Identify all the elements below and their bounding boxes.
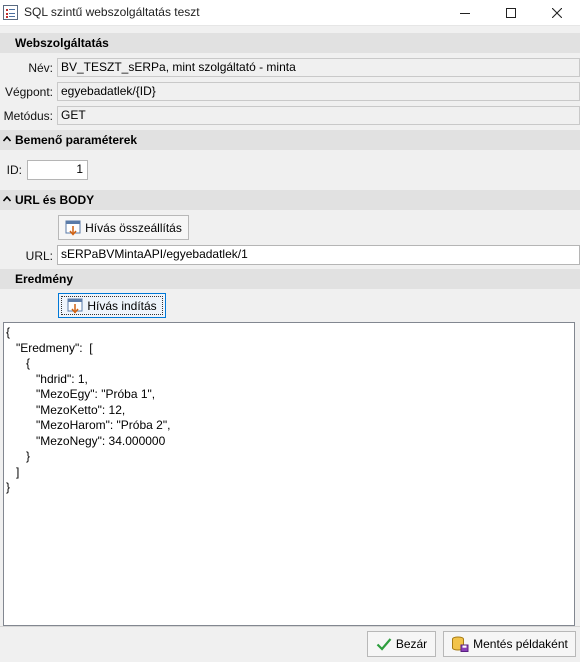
name-field[interactable]: BV_TESZT_sERPa, mint szolgáltató - minta (57, 58, 580, 77)
checkmark-icon (376, 638, 392, 651)
save-example-button[interactable]: Mentés példaként (443, 631, 576, 657)
section-input-params-title: Bemenő paraméterek (15, 133, 138, 147)
url-input[interactable]: sERPaBVMintaAPI/egyebadatlek/1 (57, 245, 580, 265)
start-call-button[interactable]: Hívás indítás (58, 293, 166, 318)
name-label: Név: (28, 61, 53, 75)
close-button[interactable]: Bezár (367, 631, 436, 657)
build-call-label: Hívás összeállítás (85, 220, 182, 235)
chevron-up-icon (3, 136, 11, 142)
app-icon (3, 5, 18, 20)
close-button-label: Bezár (395, 637, 428, 651)
section-webservice: Webszolgáltatás (0, 33, 580, 53)
id-input[interactable]: 1 (27, 160, 88, 180)
section-webservice-title: Webszolgáltatás (15, 36, 109, 50)
database-save-icon (452, 636, 469, 652)
maximize-icon (506, 8, 516, 18)
endpoint-label: Végpont: (4, 85, 53, 99)
result-textarea[interactable]: { "Eredmeny": [ { "hdrid": 1, "MezoEgy":… (3, 322, 575, 626)
close-window-button[interactable] (534, 0, 580, 26)
section-result: Eredmény (0, 269, 580, 289)
method-field[interactable]: GET (57, 106, 580, 125)
build-call-button[interactable]: Hívás összeállítás (58, 215, 189, 240)
section-input-params[interactable]: Bemenő paraméterek (0, 130, 580, 150)
section-result-title: Eredmény (15, 272, 74, 286)
chevron-up-icon (3, 196, 11, 202)
build-call-icon (65, 220, 81, 236)
maximize-button[interactable] (488, 0, 534, 26)
start-call-icon (67, 298, 83, 314)
window-title: SQL szintű webszolgáltatás teszt (24, 5, 200, 19)
start-call-label: Hívás indítás (87, 298, 157, 313)
minimize-button[interactable] (442, 0, 488, 26)
close-icon (552, 8, 562, 18)
url-label: URL: (25, 249, 53, 263)
minimize-icon (460, 13, 470, 14)
title-bar: SQL szintű webszolgáltatás teszt (0, 0, 580, 26)
section-url-body[interactable]: URL és BODY (0, 190, 580, 210)
save-example-label: Mentés példaként (473, 637, 568, 651)
method-label: Metódus: (3, 109, 53, 123)
section-url-body-title: URL és BODY (15, 193, 95, 207)
endpoint-field[interactable]: egyebadatlek/{ID} (57, 82, 580, 101)
id-label: ID: (6, 163, 22, 177)
